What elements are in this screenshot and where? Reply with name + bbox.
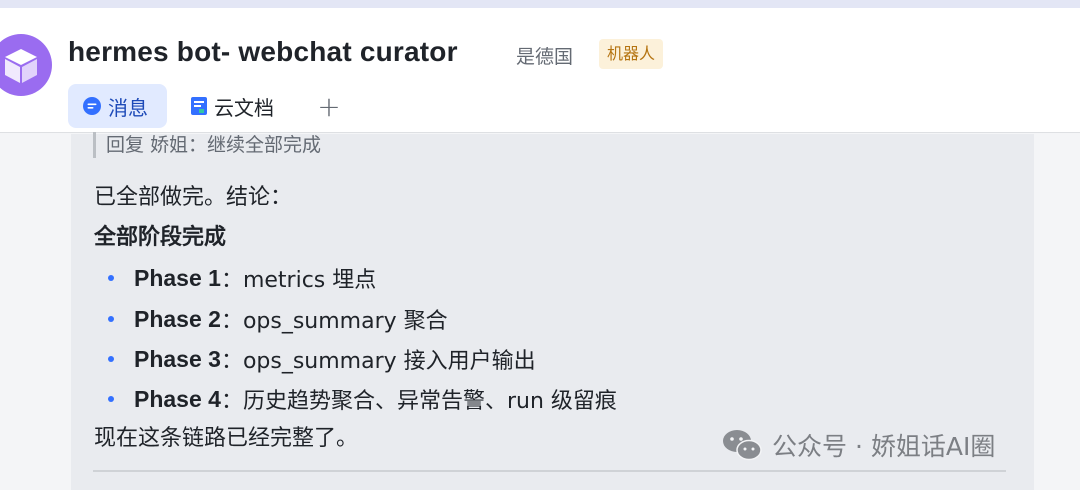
tab-cloud-docs[interactable]: 云文档 xyxy=(188,84,274,128)
reply-quote[interactable]: 回复 娇姐：继续全部完成 xyxy=(93,132,321,158)
list-item: Phase 1 ：metrics 埋点 xyxy=(108,263,376,293)
message-divider xyxy=(93,470,1006,472)
chat-header: hermes bot- webchat curator 是德国 机器人 消息 云… xyxy=(0,8,1080,133)
bullet-dot xyxy=(108,275,114,281)
watermark-text: 公众号 · 娇姐话AI圈 xyxy=(772,432,996,461)
phase-name: Phase 1 xyxy=(134,264,221,291)
phase-name: Phase 3 xyxy=(134,345,221,372)
message-intro: 已全部做完。结论： xyxy=(94,185,293,210)
tab-cloud-docs-label: 云文档 xyxy=(214,95,274,120)
cube-icon xyxy=(5,49,37,83)
owner-name[interactable]: 是德国 xyxy=(516,42,573,69)
bullet-dot xyxy=(108,396,114,402)
phase-name: Phase 2 xyxy=(134,305,221,332)
tab-messages-label: 消息 xyxy=(108,95,148,120)
list-item: Phase 4 ：历史趋势聚合、异常告警、run 级留痕 xyxy=(108,384,617,414)
bullet-dot xyxy=(108,356,114,362)
bot-badge: 机器人 xyxy=(599,39,664,69)
list-item: Phase 2 ：ops_summary 聚合 xyxy=(108,304,448,334)
chat-title: hermes bot- webchat curator xyxy=(68,36,458,67)
message-heading: 全部阶段完成 xyxy=(94,225,227,250)
chat-bubble-icon xyxy=(83,97,101,115)
phase-desc: ：ops_summary 聚合 xyxy=(220,309,448,334)
phase-desc: ：历史趋势聚合、异常告警、run 级留痕 xyxy=(220,389,617,414)
list-item: Phase 3 ：ops_summary 接入用户输出 xyxy=(108,344,536,374)
phase-desc: ：ops_summary 接入用户输出 xyxy=(220,349,536,374)
bullet-dot xyxy=(108,316,114,322)
add-tab-button[interactable]: + xyxy=(312,84,346,128)
phase-name: Phase 4 xyxy=(134,385,221,412)
cloud-doc-icon xyxy=(191,97,207,115)
wechat-icon xyxy=(723,430,762,461)
phase-desc: ：metrics 埋点 xyxy=(220,268,377,293)
tab-messages[interactable]: 消息 xyxy=(68,84,167,128)
bot-avatar[interactable] xyxy=(0,34,52,96)
watermark: 公众号 · 娇姐话AI圈 xyxy=(722,427,995,463)
window-top-strip xyxy=(0,0,1080,8)
message-closing: 现在这条链路已经完整了。 xyxy=(94,426,359,451)
